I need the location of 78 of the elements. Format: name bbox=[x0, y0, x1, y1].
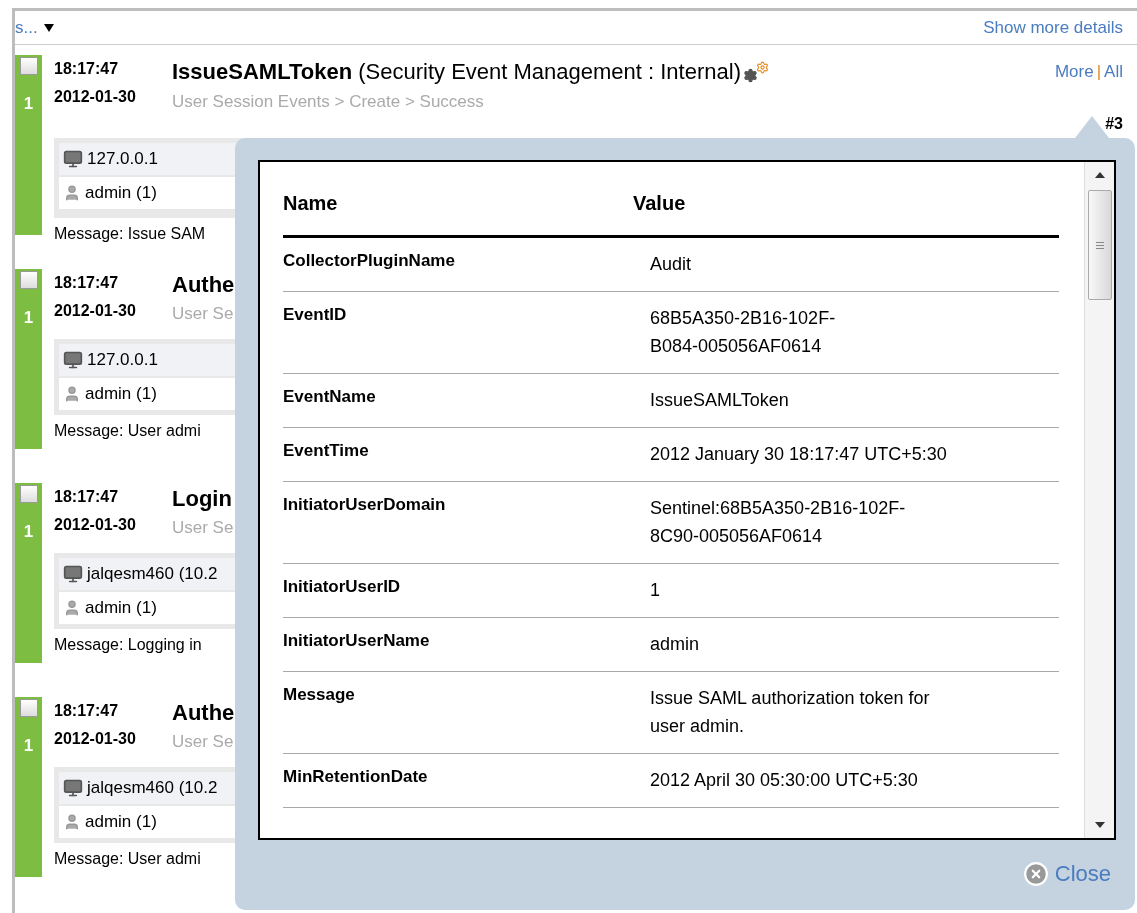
dropdown-caret-icon[interactable] bbox=[43, 23, 54, 32]
property-name: InitiatorUserID bbox=[283, 576, 402, 598]
event-message: Message: User admi bbox=[54, 848, 201, 869]
property-name: CollectorPluginName bbox=[283, 250, 456, 272]
property-value: admin bbox=[650, 633, 700, 656]
show-more-details-link[interactable]: Show more details bbox=[983, 14, 1123, 41]
property-value: IssueSAMLToken bbox=[650, 389, 789, 412]
event-title: Login bbox=[172, 487, 232, 511]
checkbox[interactable] bbox=[19, 485, 38, 503]
computer-icon bbox=[63, 777, 83, 798]
event-number: #3 bbox=[1105, 114, 1123, 134]
more-link[interactable]: More bbox=[1054, 62, 1094, 81]
property-name: EventID bbox=[283, 304, 348, 326]
property-value: 2012 January 30 18:17:47 UTC+5:30 bbox=[650, 443, 947, 466]
source-host: jalqesm460 (10.2 bbox=[87, 776, 218, 799]
user-icon bbox=[63, 812, 81, 831]
event-count: 1 bbox=[23, 521, 34, 543]
event-time: 18:17:47 bbox=[54, 273, 120, 293]
user-name: admin (1) bbox=[85, 810, 157, 833]
property-name: InitiatorUserName bbox=[283, 630, 431, 652]
event-time: 18:17:47 bbox=[54, 59, 120, 79]
grip-icon bbox=[1095, 241, 1104, 249]
event-title: IssueSAMLToken (Security Event Management : Internal) bbox=[172, 59, 741, 84]
event-time: 18:17:47 bbox=[54, 701, 120, 721]
link-separator: | bbox=[1096, 62, 1102, 81]
user-icon bbox=[63, 598, 81, 617]
property-name: EventTime bbox=[283, 440, 370, 462]
event-date: 2012-01-30 bbox=[54, 729, 137, 749]
event-category: User Se bbox=[172, 303, 234, 325]
event-title: Authe bbox=[172, 273, 235, 297]
computer-icon bbox=[63, 149, 83, 169]
property-name: MinRetentionDate bbox=[283, 766, 429, 788]
property-name: InitiatorUserDomain bbox=[283, 494, 447, 516]
user-name: admin (1) bbox=[85, 596, 157, 619]
property-value: Issue SAML authorization token for user admin. bbox=[650, 687, 930, 738]
event-title: Authe bbox=[172, 701, 235, 725]
event-date: 2012-01-30 bbox=[54, 87, 137, 107]
checkbox[interactable] bbox=[19, 699, 38, 717]
scroll-down-icon[interactable] bbox=[1094, 822, 1105, 828]
user-name: admin (1) bbox=[85, 182, 157, 205]
close-button[interactable]: Close bbox=[1022, 857, 1111, 890]
user-icon bbox=[63, 384, 81, 403]
event-count: 1 bbox=[23, 307, 34, 329]
source-host: 127.0.0.1 bbox=[87, 148, 158, 171]
close-icon bbox=[1022, 860, 1049, 887]
property-value: 2012 April 30 05:30:00 UTC+5:30 bbox=[650, 769, 918, 792]
event-category: User Se bbox=[172, 517, 234, 539]
computer-icon bbox=[63, 563, 83, 584]
checkbox[interactable] bbox=[19, 57, 38, 75]
scrollbar[interactable] bbox=[1084, 162, 1114, 838]
event-category: User Session Events > Create > Success bbox=[172, 90, 484, 113]
property-value: 68B5A350-2B16-102F- B084-005056AF0614 bbox=[650, 307, 836, 358]
user-name: admin (1) bbox=[85, 382, 157, 405]
scroll-up-icon[interactable] bbox=[1094, 172, 1105, 178]
event-date: 2012-01-30 bbox=[54, 515, 137, 535]
event-message: Message: Logging in bbox=[54, 634, 202, 655]
event-category: User Se bbox=[172, 731, 234, 753]
property-name: Message bbox=[283, 684, 356, 706]
user-icon bbox=[63, 184, 81, 202]
event-message: Message: User admi bbox=[54, 420, 201, 441]
computer-icon bbox=[63, 349, 83, 370]
scrollbar-thumb[interactable] bbox=[1087, 190, 1112, 300]
property-name: EventName bbox=[283, 386, 377, 408]
all-link[interactable]: All bbox=[1104, 62, 1123, 81]
source-host: jalqesm460 (10.2 bbox=[87, 562, 218, 585]
event-count: 1 bbox=[23, 735, 34, 757]
filter-link[interactable]: s... bbox=[15, 14, 38, 41]
column-header: Value bbox=[633, 191, 686, 216]
checkbox[interactable] bbox=[19, 271, 38, 289]
property-value: 1 bbox=[650, 579, 660, 602]
event-count: 1 bbox=[23, 93, 34, 115]
event-date: 2012-01-30 bbox=[54, 301, 137, 321]
event-time: 18:17:47 bbox=[54, 487, 120, 507]
property-value: Audit bbox=[650, 253, 692, 276]
source-host: 127.0.0.1 bbox=[87, 348, 158, 371]
column-header: Name bbox=[283, 191, 339, 216]
property-value: Sentinel:68B5A350-2B16-102F- 8C90-005056AF0614 bbox=[650, 497, 906, 548]
event-message: Message: Issue SAM bbox=[54, 224, 206, 244]
